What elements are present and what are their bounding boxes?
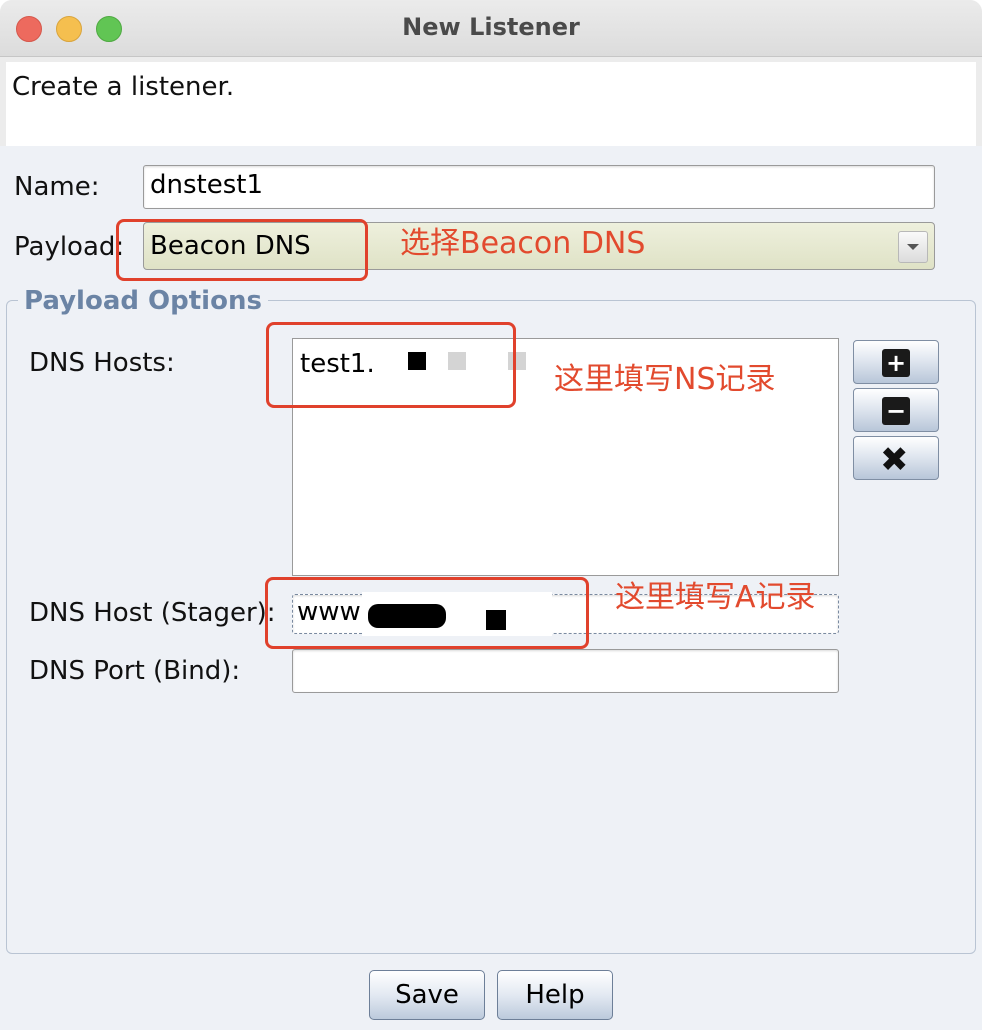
- annotation-stager: 这里填写A记录: [615, 580, 816, 615]
- annotation-dns-hosts: 这里填写NS记录: [554, 362, 776, 397]
- new-listener-dialog: New Listener Create a listener. Name: dn…: [0, 0, 982, 1030]
- name-label: Name:: [14, 172, 100, 202]
- highlight-stager-box: [265, 577, 589, 649]
- plus-icon: +: [882, 349, 910, 377]
- help-button[interactable]: Help: [497, 970, 613, 1020]
- chevron-down-icon[interactable]: [898, 231, 928, 263]
- description-panel: Create a listener.: [6, 62, 976, 146]
- minus-icon: −: [882, 397, 910, 425]
- dns-port-bind-input[interactable]: [292, 649, 839, 693]
- highlight-dns-hosts-box: [266, 322, 516, 408]
- window-title: New Listener: [402, 13, 580, 41]
- title-bar: New Listener: [0, 0, 982, 57]
- save-button[interactable]: Save: [369, 970, 485, 1020]
- dns-port-bind-label: DNS Port (Bind):: [29, 656, 241, 686]
- clear-hosts-button[interactable]: ✖: [853, 436, 939, 480]
- name-input[interactable]: dnstest1: [143, 165, 935, 209]
- dns-hosts-label: DNS Hosts:: [29, 348, 175, 378]
- x-icon: ✖: [880, 440, 909, 480]
- add-host-button[interactable]: +: [853, 340, 939, 384]
- highlight-payload-box: [116, 219, 368, 281]
- payload-options-title: Payload Options: [18, 286, 268, 316]
- description-text: Create a listener.: [12, 72, 235, 102]
- remove-host-button[interactable]: −: [853, 388, 939, 432]
- annotation-payload: 选择Beacon DNS: [400, 226, 646, 261]
- payload-label: Payload:: [14, 232, 125, 262]
- dns-host-stager-label: DNS Host (Stager):: [29, 598, 276, 628]
